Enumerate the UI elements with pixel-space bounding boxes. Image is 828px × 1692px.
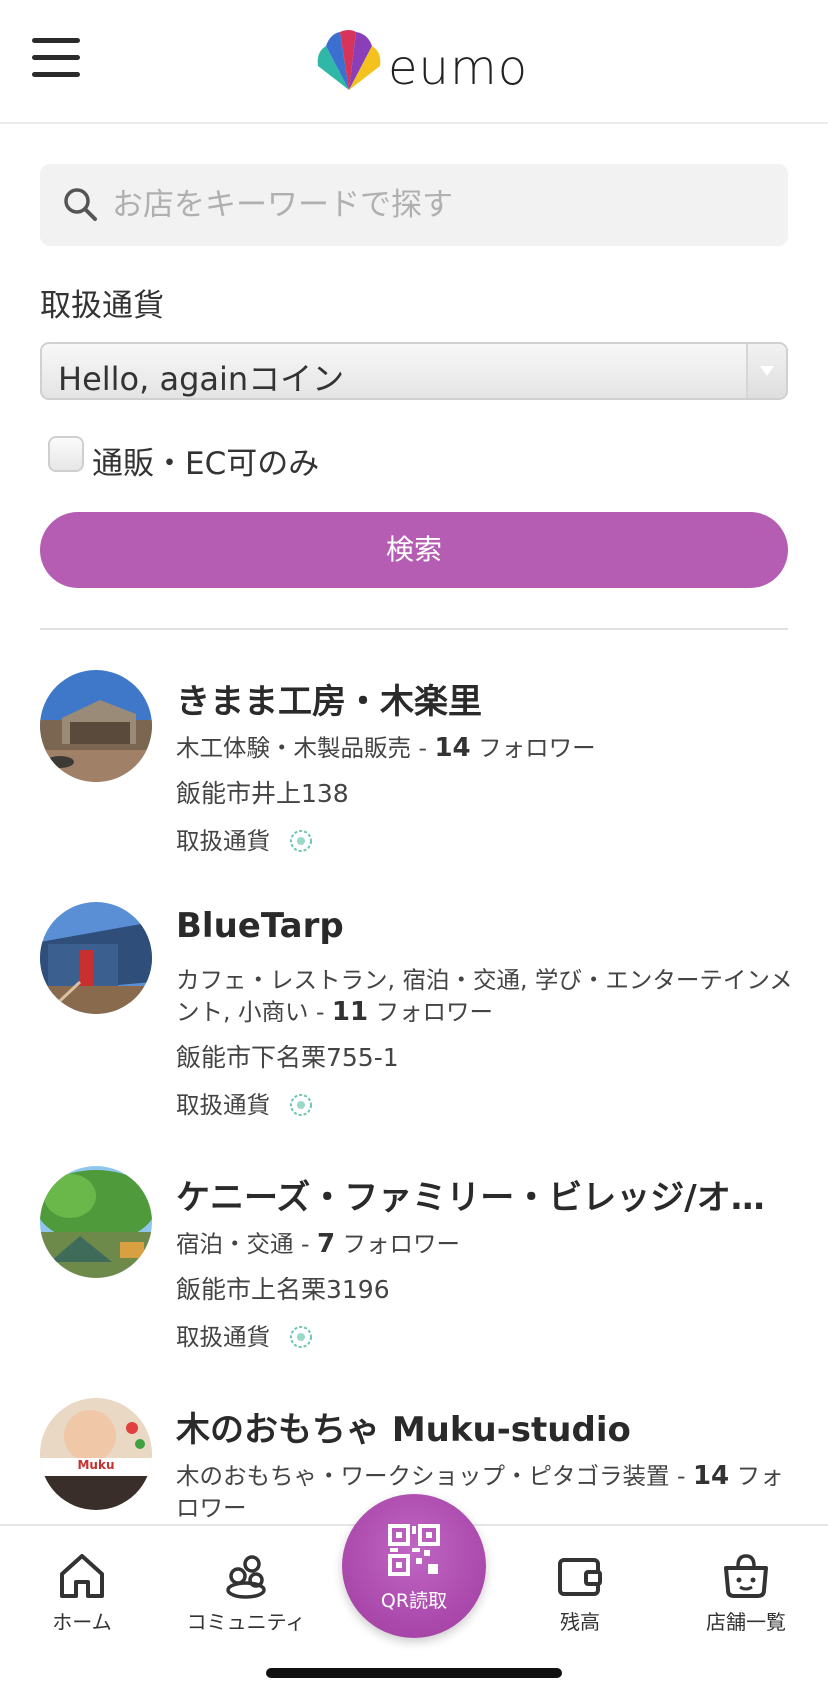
follower-count: 14 bbox=[434, 733, 471, 763]
shop-currency-label: 取扱通貨 bbox=[176, 827, 270, 855]
home-indicator bbox=[266, 1668, 562, 1678]
qr-code-icon bbox=[388, 1524, 440, 1576]
shop-list-item[interactable]: ケニーズ・ファミリー・ビレッジ/オートキャンプ場 宿泊・交通 - 7 フォロワー… bbox=[40, 1166, 800, 1356]
shop-name[interactable]: 木のおもちゃ Muku-studio bbox=[176, 1402, 796, 1451]
nav-home-label: ホーム bbox=[52, 1610, 112, 1634]
shop-category: 木のおもちゃ・ワークショップ・ピタゴラ装置 bbox=[176, 1462, 670, 1490]
shop-avatar bbox=[40, 670, 152, 782]
nav-home[interactable]: ホーム bbox=[12, 1550, 152, 1650]
follower-count: 7 bbox=[316, 1229, 336, 1259]
community-icon bbox=[226, 1555, 266, 1599]
follower-label: フォロワー bbox=[342, 1230, 461, 1258]
shop-list-item[interactable]: きまま工房・木楽里 木工体験・木製品販売 - 14 フォロワー 飯能市井上138… bbox=[40, 670, 800, 860]
shop-bag-icon bbox=[724, 1554, 768, 1598]
menu-line bbox=[32, 55, 80, 60]
nav-balance[interactable]: 残高 bbox=[510, 1550, 650, 1650]
currency-select[interactable]: Hello, againコイン bbox=[40, 342, 788, 400]
nav-shops-label: 店舗一覧 bbox=[706, 1610, 786, 1634]
shop-avatar: Muku bbox=[40, 1398, 152, 1510]
shop-name[interactable]: きまま工房・木楽里 bbox=[176, 674, 796, 723]
shop-name[interactable]: BlueTarp bbox=[176, 906, 796, 946]
wallet-icon bbox=[558, 1558, 602, 1596]
coin-icon bbox=[290, 1326, 312, 1348]
nav-balance-label: 残高 bbox=[560, 1610, 600, 1634]
meta-separator: - bbox=[676, 1462, 693, 1490]
shop-category: 木工体験・木製品販売 bbox=[176, 734, 411, 762]
shop-list-item[interactable]: BlueTarp カフェ・レストラン, 宿泊・交通, 学び・エンターテインメント… bbox=[40, 902, 800, 1119]
shop-address: 飯能市下名栗755-1 bbox=[176, 1043, 399, 1072]
shop-meta: 木のおもちゃ・ワークショップ・ピタゴラ装置 - 14 フォロワー bbox=[176, 1460, 796, 1524]
qr-scan-button[interactable]: QR読取 bbox=[342, 1494, 486, 1638]
follower-label: フォロワー bbox=[375, 998, 494, 1026]
shop-category: 宿泊・交通 bbox=[176, 1230, 294, 1258]
shop-avatar bbox=[40, 1166, 152, 1278]
meta-separator: - bbox=[315, 998, 332, 1026]
logo-wordmark: eumo bbox=[388, 40, 529, 96]
hamburger-menu-button[interactable] bbox=[30, 36, 82, 82]
currency-filter-label: 取扱通貨 bbox=[40, 288, 164, 324]
meta-separator: - bbox=[300, 1230, 317, 1258]
follower-count: 14 bbox=[692, 1461, 730, 1491]
home-icon bbox=[60, 1554, 104, 1598]
shop-currency-label: 取扱通貨 bbox=[176, 1323, 270, 1351]
app-header: eumo bbox=[0, 0, 828, 124]
follower-count: 11 bbox=[331, 997, 369, 1027]
search-icon bbox=[64, 188, 97, 221]
shop-address: 飯能市井上138 bbox=[176, 779, 349, 808]
meta-separator: - bbox=[418, 734, 435, 762]
chevron-down-icon bbox=[746, 344, 786, 398]
ec-only-checkbox[interactable] bbox=[48, 436, 84, 472]
coin-icon bbox=[290, 830, 312, 852]
menu-line bbox=[32, 38, 80, 43]
nav-community-label: コミュニティ bbox=[186, 1610, 306, 1634]
shop-currency-label: 取扱通貨 bbox=[176, 1091, 270, 1119]
follower-label: フォロワー bbox=[478, 734, 596, 762]
shop-meta: 木工体験・木製品販売 - 14 フォロワー bbox=[176, 732, 796, 764]
eumo-logo[interactable]: eumo bbox=[314, 26, 527, 96]
shop-name[interactable]: ケニーズ・ファミリー・ビレッジ/オートキャンプ場 bbox=[176, 1170, 796, 1219]
shop-meta: 宿泊・交通 - 7 フォロワー bbox=[176, 1228, 796, 1260]
nav-community[interactable]: コミュニティ bbox=[176, 1550, 316, 1650]
search-input[interactable] bbox=[112, 164, 772, 246]
menu-line bbox=[32, 72, 80, 77]
shop-avatar bbox=[40, 902, 152, 1014]
divider bbox=[40, 628, 788, 630]
coin-icon bbox=[290, 1094, 312, 1116]
shop-address: 飯能市上名栗3196 bbox=[176, 1275, 390, 1304]
fan-logo-icon bbox=[317, 30, 381, 90]
search-box[interactable] bbox=[40, 164, 788, 246]
qr-scan-label: QR読取 bbox=[380, 1590, 448, 1612]
nav-shops[interactable]: 店舗一覧 bbox=[676, 1550, 816, 1650]
ec-only-label[interactable]: 通販・EC可のみ bbox=[92, 438, 319, 483]
currency-select-value: Hello, againコイン bbox=[58, 360, 345, 398]
avatar-logo-text: Muku bbox=[77, 1458, 115, 1472]
search-button[interactable]: 検索 bbox=[40, 512, 788, 588]
shop-meta: カフェ・レストラン, 宿泊・交通, 学び・エンターテインメント, 小商い - 1… bbox=[176, 964, 796, 1028]
